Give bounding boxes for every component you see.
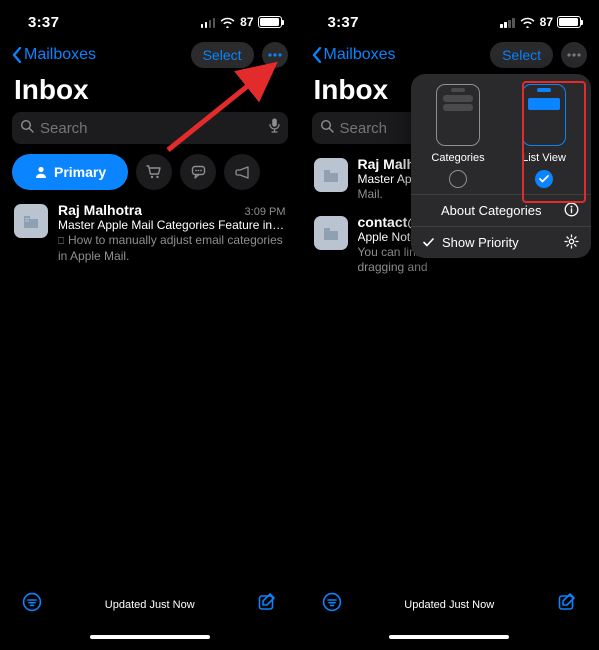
check-icon <box>423 238 434 247</box>
mic-icon[interactable] <box>269 118 280 138</box>
building-icon <box>322 168 340 182</box>
home-indicator <box>389 635 509 639</box>
status-bar: 3:37 87 <box>0 0 300 38</box>
bottom-bar: Updated Just Now <box>300 584 599 650</box>
category-promotions[interactable] <box>224 154 260 190</box>
battery-icon <box>557 16 581 28</box>
back-label: Mailboxes <box>24 46 96 64</box>
show-priority-row[interactable]: Show Priority <box>411 226 591 258</box>
select-button[interactable]: Select <box>490 42 553 68</box>
view-option-label: Categories <box>431 152 484 164</box>
view-option-categories[interactable]: Categories <box>419 84 497 188</box>
message-subject: Master Apple Mail Categories Feature in … <box>58 218 286 233</box>
category-primary[interactable]: Primary <box>12 154 128 190</box>
person-icon <box>34 165 48 179</box>
gear-icon <box>564 234 579 252</box>
listview-glyph-icon <box>522 84 566 146</box>
building-icon <box>322 226 340 240</box>
view-option-listview[interactable]: List View <box>505 84 583 188</box>
category-row: Primary <box>0 154 300 200</box>
avatar <box>14 204 48 238</box>
home-indicator <box>90 635 210 639</box>
chat-icon <box>191 165 206 179</box>
cart-icon <box>146 165 162 179</box>
wifi-icon <box>520 17 535 28</box>
building-icon <box>22 214 40 228</box>
compose-button[interactable] <box>557 592 577 617</box>
ellipsis-icon <box>567 53 581 57</box>
back-label: Mailboxes <box>324 46 396 64</box>
radio-unchecked-icon[interactable] <box>449 170 467 188</box>
message-preview: ⎕How to manually adjust email categories… <box>58 233 286 264</box>
screen-left: 3:37 87 Mailboxes Select <box>0 0 300 650</box>
battery-icon <box>258 16 282 28</box>
megaphone-icon <box>235 166 250 179</box>
filter-icon <box>22 592 42 612</box>
avatar <box>314 216 348 250</box>
bottom-bar: Updated Just Now <box>0 584 300 650</box>
radio-checked-icon[interactable] <box>535 170 553 188</box>
page-title: Inbox <box>0 72 300 112</box>
footer-status: Updated Just Now <box>404 599 494 611</box>
category-primary-label: Primary <box>54 164 106 180</box>
status-bar: 3:37 87 <box>300 0 599 38</box>
battery-indicator: 87 <box>240 15 281 29</box>
status-time: 3:37 <box>328 14 359 31</box>
filter-button[interactable] <box>22 592 42 617</box>
nav-row: Mailboxes Select <box>0 38 300 72</box>
categories-glyph-icon <box>436 84 480 146</box>
status-time: 3:37 <box>28 14 59 31</box>
message-time: 3:09 PM <box>245 206 286 218</box>
message-from: Raj Malhotra <box>58 202 142 218</box>
message-body: Raj Malhotra 3:09 PM Master Apple Mail C… <box>58 202 286 264</box>
wifi-icon <box>220 17 235 28</box>
nav-row: Mailboxes Select <box>300 38 599 72</box>
cellular-signal-icon <box>201 17 216 28</box>
screen-right: 3:37 87 Mailboxes Select <box>300 0 599 650</box>
cellular-signal-icon <box>500 17 515 28</box>
ellipsis-icon <box>268 53 282 57</box>
battery-percent: 87 <box>540 15 553 29</box>
compose-icon <box>257 592 277 612</box>
about-categories-row[interactable]: About Categories <box>411 194 591 226</box>
message-row[interactable]: Raj Malhotra 3:09 PM Master Apple Mail C… <box>0 200 300 274</box>
search-icon <box>20 119 34 138</box>
info-icon <box>564 202 579 220</box>
avatar <box>314 158 348 192</box>
status-icons: 87 <box>500 15 581 29</box>
compose-icon <box>557 592 577 612</box>
filter-icon <box>322 592 342 612</box>
about-categories-label: About Categories <box>441 203 541 218</box>
battery-indicator: 87 <box>540 15 581 29</box>
search-bar[interactable] <box>12 112 288 144</box>
view-option-label: List View <box>522 152 566 164</box>
back-button[interactable]: Mailboxes <box>312 46 396 64</box>
search-icon <box>320 119 334 138</box>
back-button[interactable]: Mailboxes <box>12 46 96 64</box>
more-button[interactable] <box>561 42 587 68</box>
chevron-left-icon <box>12 47 22 63</box>
footer-status: Updated Just Now <box>105 599 195 611</box>
nav-actions: Select <box>191 42 288 68</box>
show-priority-label: Show Priority <box>442 235 519 250</box>
inbox-glyph-icon: ⎕ <box>58 236 64 247</box>
chevron-left-icon <box>312 47 322 63</box>
view-options-popover: Categories List View About Categories <box>411 74 591 258</box>
compose-button[interactable] <box>257 592 277 617</box>
nav-actions: Select <box>490 42 587 68</box>
message-list: Raj Malhotra 3:09 PM Master Apple Mail C… <box>0 200 300 274</box>
filter-button[interactable] <box>322 592 342 617</box>
more-button[interactable] <box>262 42 288 68</box>
select-button[interactable]: Select <box>191 42 254 68</box>
category-shopping[interactable] <box>136 154 172 190</box>
search-input[interactable] <box>40 120 263 137</box>
category-updates[interactable] <box>180 154 216 190</box>
battery-percent: 87 <box>240 15 253 29</box>
status-icons: 87 <box>201 15 282 29</box>
